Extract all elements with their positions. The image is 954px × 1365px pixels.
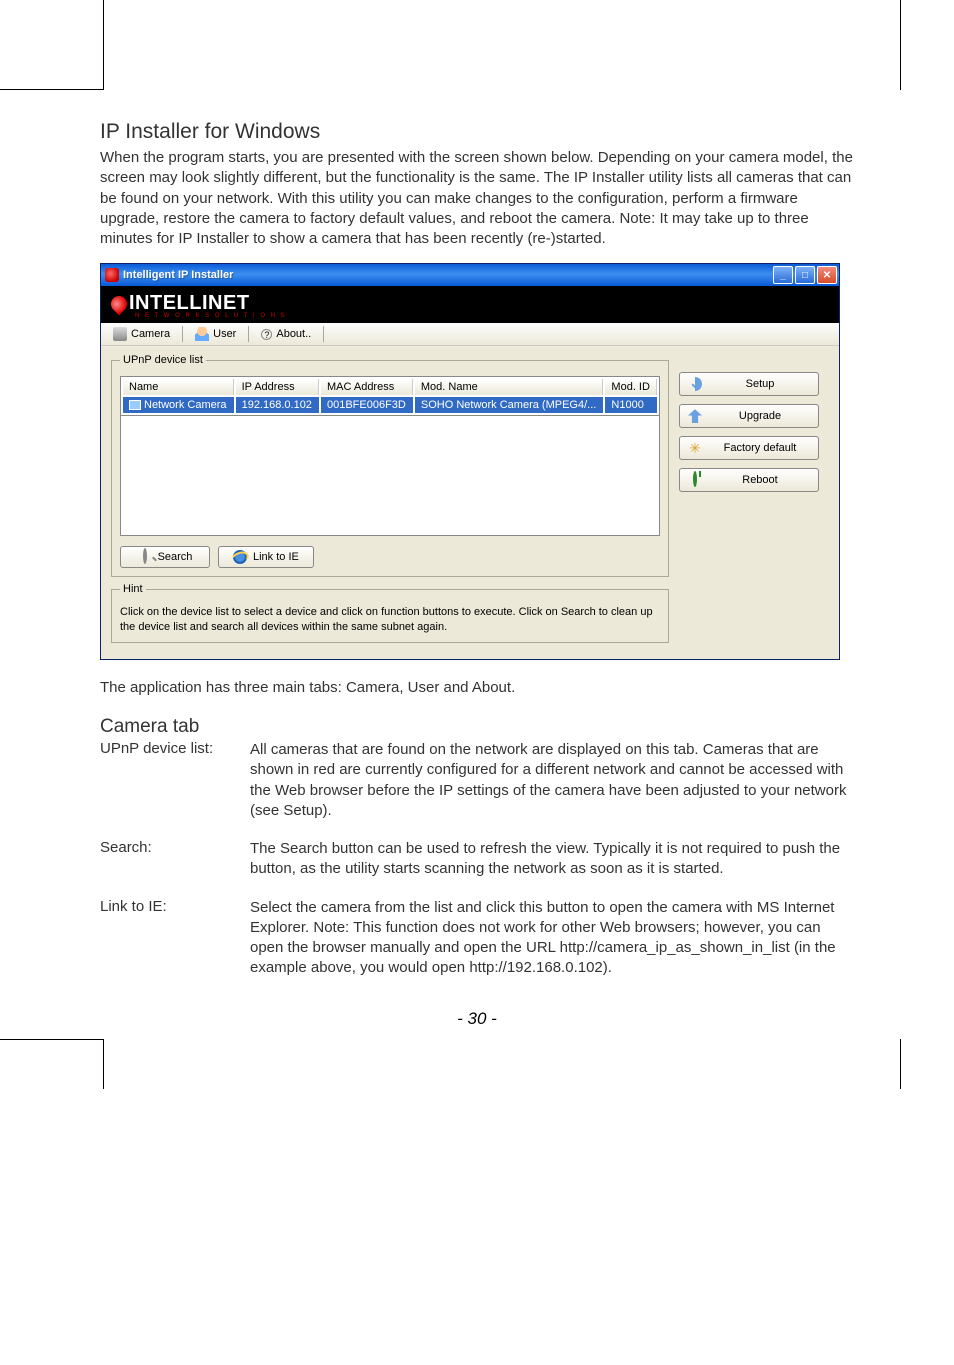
minimize-button[interactable]: _ [773,266,793,284]
titlebar: Intelligent IP Installer _ □ ✕ [101,264,839,286]
hint-group: Hint Click on the device list to select … [111,583,669,643]
upnp-group-label: UPnP device list [120,354,206,366]
search-icon [138,550,152,564]
reboot-button[interactable]: Reboot [679,468,819,492]
device-icon [129,400,141,410]
power-icon [688,473,702,487]
def-linkie-text: Select the camera from the list and clic… [250,898,854,979]
user-icon [195,327,209,341]
section-heading: IP Installer for Windows [100,120,854,144]
cell-mod-name: SOHO Network Camera (MPEG4/... [415,397,604,413]
hint-label: Hint [120,583,146,595]
menu-user[interactable]: User [189,326,242,342]
window-title: Intelligent IP Installer [123,269,773,281]
about-icon: ? [261,329,272,340]
menu-about-label: About.. [276,328,311,340]
def-upnp-label: UPnP device list: [100,740,250,821]
menu-camera[interactable]: Camera [107,326,176,342]
page-number: - 30 - [100,1009,854,1029]
menu-divider [323,326,324,342]
col-name[interactable]: Name [123,379,234,395]
hint-text: Click on the device list to select a dev… [120,605,660,634]
def-search-label: Search: [100,839,250,880]
cell-mod-id: N1000 [605,397,657,413]
col-ip[interactable]: IP Address [236,379,319,395]
table-header-row: Name IP Address MAC Address Mod. Name Mo… [123,379,657,395]
brand-bar: INTELLINET N E T W O R K S O L U T I O N… [101,286,839,323]
cell-name: Network Camera [144,399,227,411]
menu-bar: Camera User ? About.. [101,323,839,346]
crop-mark-br [900,1039,910,1089]
setup-button[interactable]: Setup [679,372,819,396]
def-linkie-label: Link to IE: [100,898,250,979]
menu-divider [182,326,183,342]
wrench-icon [688,377,702,391]
camera-tab-heading: Camera tab [100,716,854,738]
table-empty-area [120,416,660,536]
crop-mark-bl [44,1039,104,1089]
cell-ip: 192.168.0.102 [236,397,319,413]
table-row[interactable]: Network Camera 192.168.0.102 001BFE006F3… [123,397,657,413]
col-mod-id[interactable]: Mod. ID [605,379,657,395]
menu-camera-label: Camera [131,328,170,340]
menu-about[interactable]: ? About.. [255,327,317,341]
crop-mark-tl [44,0,104,90]
setup-label: Setup [710,378,810,390]
brand-text: INTELLINET [129,292,250,314]
factory-icon: ✳ [688,441,702,455]
upgrade-label: Upgrade [710,410,810,422]
brand-subtext: N E T W O R K S O L U T I O N S [135,313,829,319]
ie-icon [233,550,247,564]
brand-logo-icon [108,292,131,315]
upgrade-icon [688,409,702,423]
upnp-group: UPnP device list Name IP Address MAC Add… [111,354,669,577]
factory-label: Factory default [710,442,810,454]
col-mac[interactable]: MAC Address [321,379,413,395]
search-button[interactable]: Search [120,546,210,568]
reboot-label: Reboot [710,474,810,486]
cell-mac: 001BFE006F3D [321,397,413,413]
app-window: Intelligent IP Installer _ □ ✕ INTELLINE… [100,263,840,660]
close-button[interactable]: ✕ [817,266,837,284]
link-ie-label: Link to IE [253,551,299,563]
def-search-text: The Search button can be used to refresh… [250,839,854,880]
menu-divider [248,326,249,342]
link-to-ie-button[interactable]: Link to IE [218,546,314,568]
menu-user-label: User [213,328,236,340]
factory-default-button[interactable]: ✳ Factory default [679,436,819,460]
upgrade-button[interactable]: Upgrade [679,404,819,428]
maximize-button[interactable]: □ [795,266,815,284]
tabs-description: The application has three main tabs: Cam… [100,678,854,698]
search-button-label: Search [158,551,193,563]
intro-paragraph: When the program starts, you are present… [100,148,854,249]
crop-mark-tr [900,0,910,90]
def-upnp-text: All cameras that are found on the networ… [250,740,854,821]
camera-icon [113,327,127,341]
device-table[interactable]: Name IP Address MAC Address Mod. Name Mo… [120,376,660,416]
app-icon [105,268,119,282]
col-mod-name[interactable]: Mod. Name [415,379,604,395]
